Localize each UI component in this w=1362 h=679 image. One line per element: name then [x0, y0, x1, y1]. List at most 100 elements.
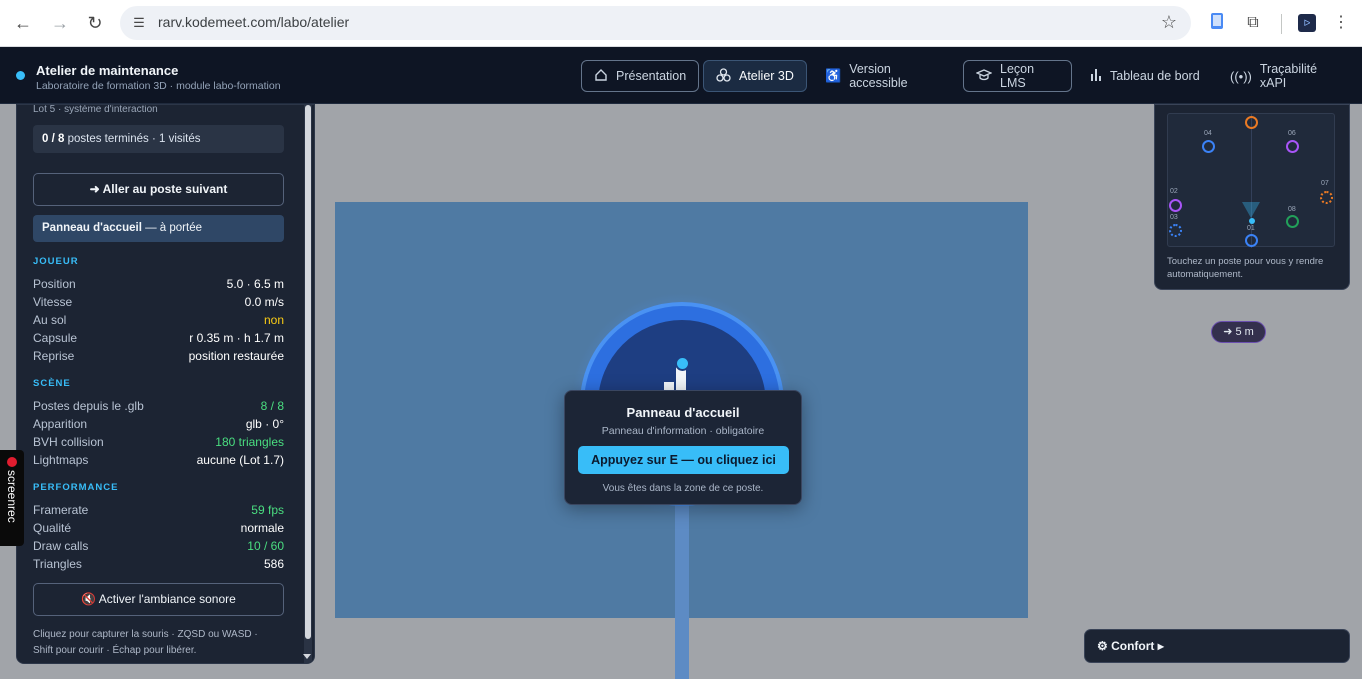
- stat-value: normale: [240, 521, 284, 535]
- stat-row: Reprise position restaurée: [33, 349, 284, 367]
- stat-row: Lightmaps aucune (Lot 1.7): [33, 453, 284, 471]
- minimap-label: 01: [1247, 225, 1255, 232]
- minimap-station-03[interactable]: [1169, 224, 1182, 237]
- minimap-station-05[interactable]: [1245, 116, 1258, 129]
- comfort-toggle[interactable]: ⚙ Confort ▸: [1084, 629, 1350, 663]
- screenrec-label: screenrec: [5, 470, 19, 523]
- ambient-sound-button[interactable]: 🔇 Activer l'ambiance sonore: [33, 583, 284, 616]
- nav-presentation[interactable]: Présentation: [581, 60, 699, 92]
- section-title-scene: SCÈNE: [33, 378, 71, 389]
- stat-key: Vitesse: [33, 295, 73, 309]
- stat-value: position restaurée: [188, 349, 284, 363]
- stat-value: 59 fps: [251, 503, 284, 517]
- app-header: Atelier de maintenance Laboratoire de fo…: [0, 47, 1362, 104]
- stat-row: Framerate 59 fps: [33, 503, 284, 521]
- minimap-station-01[interactable]: [1245, 234, 1258, 247]
- stat-key: Capsule: [33, 331, 78, 345]
- stat-row: BVH collision 180 triangles: [33, 435, 284, 453]
- next-station-button[interactable]: ➜ Aller au poste suivant: [33, 173, 284, 206]
- back-arrow-icon[interactable]: ←: [12, 12, 34, 34]
- nav-tracabilite-xapi[interactable]: ((•)) Traçabilité xAPI: [1218, 60, 1352, 92]
- stat-row: Position 5.0 · 6.5 m: [33, 277, 284, 295]
- screenrec-tab[interactable]: screenrec: [0, 450, 24, 546]
- player-position-icon: [1249, 218, 1255, 224]
- home-icon: [594, 68, 608, 85]
- nav-label: Tableau de bord: [1110, 69, 1200, 83]
- current-station: Panneau d'accueil — à portée: [33, 215, 284, 242]
- nav-label: Atelier 3D: [739, 69, 794, 83]
- stat-value: aucune (Lot 1.7): [196, 453, 284, 467]
- minimap-station-02[interactable]: [1169, 199, 1182, 212]
- graduation-cap-icon: [975, 68, 993, 84]
- stat-key: Qualité: [33, 521, 72, 535]
- minimap[interactable]: 04 06 02 03 07 08 01: [1167, 113, 1335, 248]
- stat-row: Triangles 586: [33, 557, 284, 575]
- url-text[interactable]: rarv.kodemeet.com/labo/atelier: [158, 14, 349, 30]
- profile-extension-icon[interactable]: ᐅ: [1298, 14, 1316, 32]
- controls-help-line: Cliquez pour capturer la souris · ZQSD o…: [33, 629, 258, 640]
- station-marker: [675, 356, 690, 371]
- distance-badge: ➜ 5 m: [1211, 321, 1266, 343]
- minimap-station-08[interactable]: [1286, 215, 1299, 228]
- stat-key: Draw calls: [33, 539, 89, 553]
- section-title-performance: PERFORMANCE: [33, 482, 119, 493]
- interact-button[interactable]: Appuyez sur E — ou cliquez ici: [578, 446, 789, 474]
- interaction-prompt: Panneau d'accueil Panneau d'information …: [564, 390, 802, 505]
- nav-label: Leçon LMS: [1000, 62, 1035, 90]
- app-subtitle: Laboratoire de formation 3D · module lab…: [36, 80, 281, 92]
- station-status: — à portée: [141, 222, 202, 234]
- prompt-hint: Vous êtes dans la zone de ce poste.: [602, 483, 764, 494]
- stat-row: Au sol non: [33, 313, 284, 331]
- kebab-menu-icon[interactable]: ⋮: [1330, 12, 1352, 34]
- site-settings-icon[interactable]: ☰: [130, 14, 148, 32]
- phone-extension-icon[interactable]: [1206, 12, 1228, 34]
- puzzle-extensions-icon[interactable]: ⧉: [1242, 12, 1264, 34]
- address-bar[interactable]: ☰ rarv.kodemeet.com/labo/atelier ☆: [120, 6, 1191, 40]
- nav-label: Présentation: [616, 69, 687, 83]
- nav-lecon-lms[interactable]: Leçon LMS: [963, 60, 1072, 92]
- stat-row: Vitesse 0.0 m/s: [33, 295, 284, 313]
- toolbar-divider: [1281, 14, 1282, 34]
- minimap-station-06[interactable]: [1286, 140, 1299, 153]
- accessibility-icon: ♿: [825, 68, 842, 83]
- nav-tableau-de-bord[interactable]: Tableau de bord: [1078, 60, 1214, 92]
- minimap-label: 06: [1288, 130, 1296, 137]
- minimap-label: 03: [1170, 214, 1178, 221]
- nav-version-accessible[interactable]: ♿ Version accessible: [813, 60, 959, 92]
- stat-row: Draw calls 10 / 60: [33, 539, 284, 557]
- minimap-label: 07: [1321, 180, 1329, 187]
- stat-key: Au sol: [33, 313, 67, 327]
- minimap-panel: 04 06 02 03 07 08 01 Touchez un poste po…: [1154, 104, 1350, 290]
- cubes-icon: [716, 67, 731, 85]
- stat-value: 0.0 m/s: [244, 295, 284, 309]
- nav-atelier-3d[interactable]: Atelier 3D: [703, 60, 807, 92]
- hud-panel: Lot 5 · système d'interaction 0 / 8 post…: [16, 104, 315, 664]
- section-title-joueur: JOUEUR: [33, 256, 79, 267]
- prompt-title: Panneau d'accueil: [626, 405, 740, 420]
- station-name: Panneau d'accueil: [42, 222, 142, 234]
- progress-text: postes terminés · 1 visités: [64, 133, 201, 145]
- progress-summary: 0 / 8 postes terminés · 1 visités: [33, 125, 284, 153]
- stat-value: 5.0 · 6.5 m: [226, 277, 284, 291]
- app-root: ← → ↻ ☰ rarv.kodemeet.com/labo/atelier ☆…: [0, 0, 1362, 679]
- guide-beam: [675, 504, 689, 679]
- stat-row: Capsule r 0.35 m · h 1.7 m: [33, 331, 284, 349]
- scroll-down-arrow-icon[interactable]: [303, 654, 311, 659]
- minimap-help: Touchez un poste pour vous y rendre auto…: [1167, 256, 1324, 280]
- bookmark-star-icon[interactable]: ☆: [1161, 12, 1177, 33]
- stat-value: 180 triangles: [215, 435, 284, 449]
- reload-icon[interactable]: ↻: [84, 12, 106, 34]
- stat-row: Qualité normale: [33, 521, 284, 539]
- controls-help: Cliquez pour capturer la souris · ZQSD o…: [33, 627, 288, 659]
- controls-help-line: Shift pour courir · Échap pour libérer.: [33, 645, 197, 656]
- forward-arrow-icon[interactable]: →: [49, 12, 71, 34]
- stat-value: 586: [263, 557, 284, 571]
- stat-value: 10 / 60: [247, 539, 284, 553]
- stat-key: Lightmaps: [33, 453, 89, 467]
- prompt-subtitle: Panneau d'information · obligatoire: [601, 425, 765, 437]
- stat-row: Postes depuis le .glb 8 / 8: [33, 399, 284, 417]
- minimap-station-04[interactable]: [1202, 140, 1215, 153]
- panel-scrollbar-thumb[interactable]: [305, 105, 311, 639]
- minimap-station-07[interactable]: [1320, 191, 1333, 204]
- stat-key: Postes depuis le .glb: [33, 399, 144, 413]
